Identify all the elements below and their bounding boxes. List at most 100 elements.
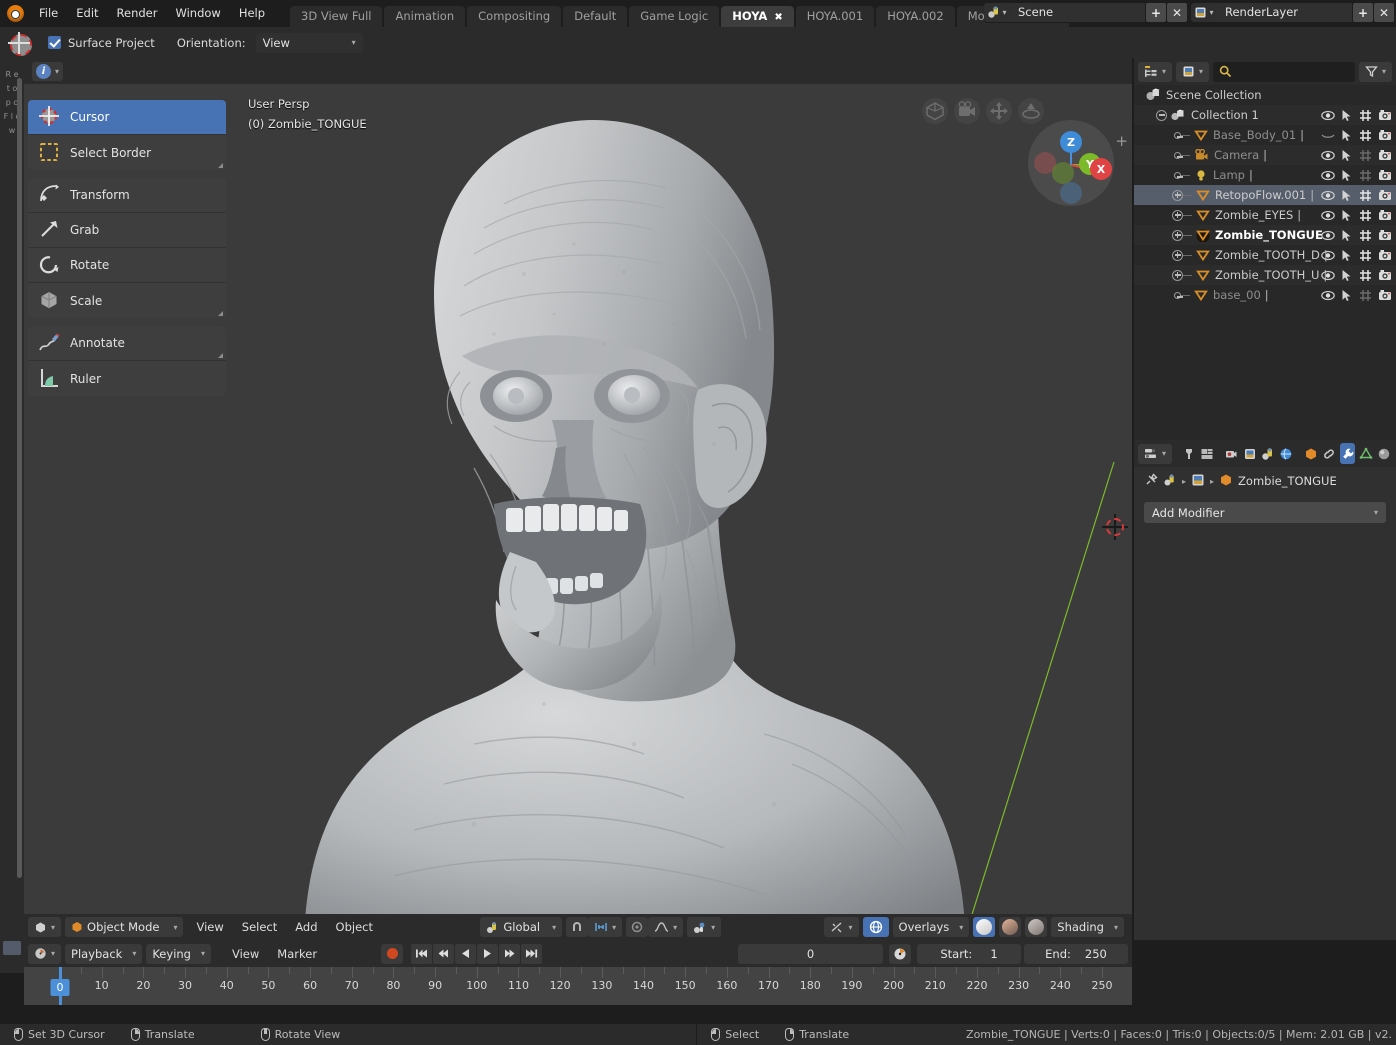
visibility-eye-icon[interactable]	[1318, 145, 1337, 165]
timeline-menu-view[interactable]: View	[223, 944, 268, 964]
constraints-tab[interactable]	[1322, 443, 1337, 464]
disable-viewport-icon[interactable]	[1356, 225, 1375, 245]
outliner-row-scene-collection[interactable]: Scene Collection	[1134, 85, 1396, 105]
retopoflow-side-panel[interactable]: R e t o p o F l o w	[0, 58, 24, 973]
gizmo-dropdown[interactable]: ▾	[687, 917, 722, 937]
disable-viewport-icon[interactable]	[1356, 125, 1375, 145]
workspace-tab-default[interactable]: Default	[563, 6, 628, 27]
object-tab[interactable]	[1303, 443, 1318, 464]
disable-render-icon[interactable]	[1375, 245, 1394, 265]
disable-viewport-icon[interactable]	[1356, 265, 1375, 285]
timeline-icon[interactable]: ▾	[28, 943, 62, 964]
renderlayer-name-field[interactable]: RenderLayer	[1217, 3, 1352, 22]
selectable-arrow-icon[interactable]	[1337, 185, 1356, 205]
editor-type-selector[interactable]: i ▾	[32, 61, 64, 81]
workspace-tab-hoya[interactable]: HOYA ✖	[721, 6, 794, 27]
tool-transform[interactable]: Transform	[28, 178, 226, 213]
jump-start-icon[interactable]	[411, 943, 432, 964]
camera-view-icon[interactable]	[954, 98, 980, 124]
workspace-tab-hoya-002[interactable]: HOYA.002	[876, 6, 955, 27]
disable-render-icon[interactable]	[1375, 125, 1394, 145]
proportional-edit-dropdown[interactable]: ▾	[648, 917, 684, 937]
viewlayer-tab[interactable]	[1242, 443, 1257, 464]
outliner-row-camera[interactable]: Camera |	[1134, 145, 1396, 165]
disable-viewport-icon[interactable]	[1356, 105, 1375, 125]
snap-to-dropdown[interactable]: ▾	[588, 917, 623, 937]
end-frame-field[interactable]: End: 250	[1024, 943, 1128, 964]
current-frame-field[interactable]: 0	[738, 943, 883, 964]
scene-tab[interactable]	[1260, 443, 1275, 464]
orientation-dropdown[interactable]: View ▾	[255, 32, 363, 53]
outliner-row-zombie-tooth-u[interactable]: Zombie_TOOTH_U|	[1134, 265, 1396, 285]
menu-render[interactable]: Render	[108, 0, 167, 27]
expand-toggle-icon[interactable]	[1172, 269, 1183, 281]
close-icon[interactable]: ✖	[774, 12, 782, 23]
visibility-eye-icon[interactable]	[1318, 165, 1337, 185]
renderlayer-icon[interactable]	[1191, 473, 1205, 490]
outliner-display-icon[interactable]: ▾	[1138, 61, 1173, 82]
disable-viewport-icon[interactable]	[1356, 245, 1375, 265]
disable-viewport-icon[interactable]	[1356, 285, 1375, 305]
disable-viewport-icon[interactable]	[1356, 145, 1375, 165]
expand-toggle-icon[interactable]	[1172, 189, 1183, 201]
perspective-ortho-icon[interactable]	[922, 98, 948, 124]
viewport-menu-add[interactable]: Add	[286, 917, 326, 937]
disable-viewport-icon[interactable]	[1356, 185, 1375, 205]
menu-window[interactable]: Window	[166, 0, 229, 27]
menu-file[interactable]: File	[30, 0, 67, 27]
scene-name-field[interactable]: Scene	[1010, 3, 1145, 22]
object-mode-dropdown[interactable]: Object Mode ▾	[65, 917, 184, 937]
surface-project-checkbox[interactable]	[48, 36, 61, 49]
tool-rotate[interactable]: Rotate	[28, 248, 226, 283]
outliner-row-lamp[interactable]: Lamp |	[1134, 165, 1396, 185]
search-input[interactable]	[1213, 61, 1355, 82]
shading-rendered-button[interactable]	[1025, 917, 1048, 937]
transform-orientation-dropdown[interactable]: Global ▾	[480, 917, 563, 937]
axis-ball-x[interactable]: X	[1090, 158, 1112, 180]
shading-material-button[interactable]	[999, 917, 1022, 937]
renderlayer-add-button[interactable]: +	[1353, 3, 1373, 22]
outliner-row-base-00[interactable]: base_00 |	[1134, 285, 1396, 305]
filter-datablock-icon[interactable]: ▾	[1176, 61, 1210, 82]
disable-render-icon[interactable]	[1375, 165, 1394, 185]
sidebar-toggle-button[interactable]: +	[1115, 132, 1128, 150]
expand-toggle-icon[interactable]	[1172, 229, 1183, 241]
move-view-icon[interactable]	[986, 98, 1012, 124]
workspace-tab-game-logic[interactable]: Game Logic	[629, 6, 720, 27]
output-tab[interactable]	[1224, 443, 1239, 464]
selectable-arrow-icon[interactable]	[1337, 205, 1356, 225]
tool-cursor[interactable]: Cursor	[28, 100, 226, 135]
properties-editor-icon[interactable]: ▾	[1138, 443, 1173, 464]
disable-render-icon[interactable]	[1375, 145, 1394, 165]
viewport-canvas[interactable]: User Persp (0) Zombie_TONGUE Cursor Selec…	[24, 84, 1132, 940]
disable-viewport-icon[interactable]	[1356, 205, 1375, 225]
renderlayer-icon[interactable]: ▾	[1191, 3, 1217, 22]
render-tab[interactable]	[1199, 443, 1214, 464]
editor-type-icon[interactable]: ▾	[28, 917, 62, 937]
scene-datablock[interactable]: ▾ Scene + ✕	[984, 2, 1187, 23]
disable-render-icon[interactable]	[1375, 205, 1394, 225]
selectable-arrow-icon[interactable]	[1337, 105, 1356, 125]
record-icon[interactable]	[381, 943, 403, 964]
object-icon[interactable]	[1219, 473, 1233, 490]
data-tab[interactable]	[1358, 443, 1373, 464]
workspace-tab-animation[interactable]: Animation	[384, 6, 466, 27]
visibility-eye-icon[interactable]	[1318, 125, 1337, 145]
workspace-tab-3d-view-full[interactable]: 3D View Full	[290, 6, 383, 27]
expand-toggle-icon[interactable]	[1172, 209, 1183, 221]
start-frame-field[interactable]: Start: 1	[917, 943, 1021, 964]
timeline-ruler[interactable]: 10 20 30 40 50 60 70 80 90 100 110 120 130 140 150 160 1…	[24, 967, 1132, 1005]
outliner-row-collection-1[interactable]: Collection 1	[1134, 105, 1396, 125]
visibility-eye-icon[interactable]	[1318, 205, 1337, 225]
visibility-eye-icon[interactable]	[1318, 225, 1337, 245]
next-keyframe-icon[interactable]	[499, 943, 520, 964]
tool-grab[interactable]: Grab	[28, 213, 226, 248]
playback-dropdown[interactable]: Playback ▾	[65, 943, 143, 964]
visibility-eye-icon[interactable]	[1318, 245, 1337, 265]
material-tab[interactable]	[1377, 443, 1392, 464]
timeline-menu-marker[interactable]: Marker	[268, 944, 326, 964]
expand-toggle-icon[interactable]	[1156, 109, 1167, 121]
outliner-row-zombie-tooth-d[interactable]: Zombie_TOOTH_D|	[1134, 245, 1396, 265]
disable-render-icon[interactable]	[1375, 285, 1394, 305]
play-icon[interactable]	[477, 943, 498, 964]
